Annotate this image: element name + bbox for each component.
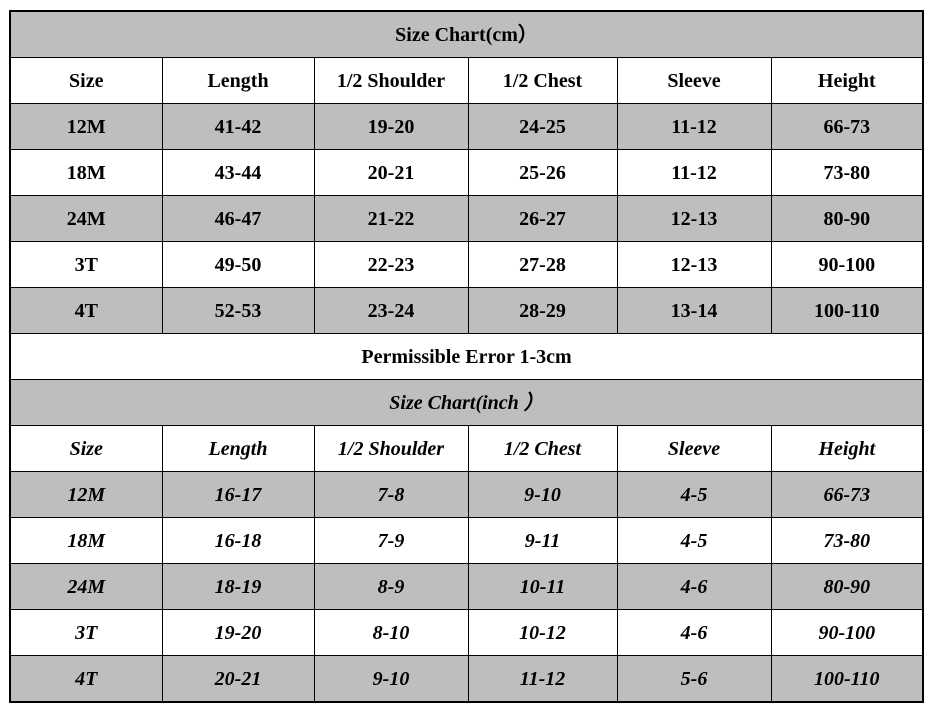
table-row: 3T 19-20 8-10 10-12 4-6 90-100 bbox=[9, 609, 924, 656]
cell-sleeve: 11-12 bbox=[616, 149, 772, 196]
table-row: 12M 41-42 19-20 24-25 11-12 66-73 bbox=[9, 103, 924, 150]
cell-half-shoulder: 7-9 bbox=[313, 517, 469, 564]
cell-size: 24M bbox=[9, 563, 163, 610]
cell-height: 66-73 bbox=[770, 103, 924, 150]
cell-half-shoulder: 20-21 bbox=[313, 149, 469, 196]
cell-half-chest: 9-10 bbox=[467, 471, 618, 518]
cell-half-chest: 10-12 bbox=[467, 609, 618, 656]
permissible-error-note: Permissible Error 1-3cm bbox=[9, 333, 924, 380]
column-header-half-chest-cm: 1/2 Chest bbox=[467, 57, 618, 104]
cell-length: 16-18 bbox=[161, 517, 315, 564]
cell-half-chest: 11-12 bbox=[467, 655, 618, 703]
cell-size: 4T bbox=[9, 655, 163, 703]
column-header-row-cm: Size Length 1/2 Shoulder 1/2 Chest Sleev… bbox=[9, 57, 924, 104]
column-header-length-cm: Length bbox=[161, 57, 315, 104]
cell-length: 20-21 bbox=[161, 655, 315, 703]
cell-sleeve: 12-13 bbox=[616, 195, 772, 242]
cell-height: 100-110 bbox=[770, 287, 924, 334]
column-header-height-cm: Height bbox=[770, 57, 924, 104]
cell-size: 18M bbox=[9, 149, 163, 196]
cell-height: 66-73 bbox=[770, 471, 924, 518]
table-row: 24M 46-47 21-22 26-27 12-13 80-90 bbox=[9, 195, 924, 242]
section-title-row-inch: Size Chart(inch ） bbox=[9, 379, 924, 426]
cell-height: 90-100 bbox=[770, 609, 924, 656]
section-title-row-cm: Size Chart(cm） bbox=[9, 10, 924, 58]
table-row: 12M 16-17 7-8 9-10 4-5 66-73 bbox=[9, 471, 924, 518]
column-header-size-cm: Size bbox=[9, 57, 163, 104]
permissible-error-row: Permissible Error 1-3cm bbox=[9, 333, 924, 380]
cell-height: 80-90 bbox=[770, 195, 924, 242]
cell-length: 19-20 bbox=[161, 609, 315, 656]
section-title-cm: Size Chart(cm） bbox=[9, 10, 924, 58]
table-row: 18M 16-18 7-9 9-11 4-5 73-80 bbox=[9, 517, 924, 564]
cell-size: 24M bbox=[9, 195, 163, 242]
cell-sleeve: 4-5 bbox=[616, 471, 772, 518]
cell-sleeve: 5-6 bbox=[616, 655, 772, 703]
cell-size: 4T bbox=[9, 287, 163, 334]
cell-length: 43-44 bbox=[161, 149, 315, 196]
column-header-sleeve-inch: Sleeve bbox=[616, 425, 772, 472]
column-header-row-inch: Size Length 1/2 Shoulder 1/2 Chest Sleev… bbox=[9, 425, 924, 472]
cell-height: 90-100 bbox=[770, 241, 924, 288]
cell-height: 100-110 bbox=[770, 655, 924, 703]
cell-length: 41-42 bbox=[161, 103, 315, 150]
column-header-size-inch: Size bbox=[9, 425, 163, 472]
cell-size: 12M bbox=[9, 471, 163, 518]
cell-sleeve: 11-12 bbox=[616, 103, 772, 150]
cell-length: 52-53 bbox=[161, 287, 315, 334]
cell-half-shoulder: 8-10 bbox=[313, 609, 469, 656]
table-row: 3T 49-50 22-23 27-28 12-13 90-100 bbox=[9, 241, 924, 288]
cell-half-shoulder: 7-8 bbox=[313, 471, 469, 518]
cell-sleeve: 4-5 bbox=[616, 517, 772, 564]
cell-half-chest: 24-25 bbox=[467, 103, 618, 150]
cell-half-shoulder: 8-9 bbox=[313, 563, 469, 610]
cell-length: 46-47 bbox=[161, 195, 315, 242]
table-row: 4T 20-21 9-10 11-12 5-6 100-110 bbox=[9, 655, 924, 703]
size-chart-container: Size Chart(cm） Size Length 1/2 Shoulder … bbox=[9, 10, 925, 703]
column-header-half-chest-inch: 1/2 Chest bbox=[467, 425, 618, 472]
section-title-inch: Size Chart(inch ） bbox=[9, 379, 924, 426]
table-row: 4T 52-53 23-24 28-29 13-14 100-110 bbox=[9, 287, 924, 334]
cell-length: 16-17 bbox=[161, 471, 315, 518]
cell-length: 18-19 bbox=[161, 563, 315, 610]
cell-height: 73-80 bbox=[770, 517, 924, 564]
cell-half-chest: 10-11 bbox=[467, 563, 618, 610]
cell-sleeve: 4-6 bbox=[616, 563, 772, 610]
cell-half-chest: 28-29 bbox=[467, 287, 618, 334]
cell-length: 49-50 bbox=[161, 241, 315, 288]
cell-half-shoulder: 19-20 bbox=[313, 103, 469, 150]
cell-half-shoulder: 9-10 bbox=[313, 655, 469, 703]
cell-size: 3T bbox=[9, 241, 163, 288]
column-header-length-inch: Length bbox=[161, 425, 315, 472]
cell-half-shoulder: 23-24 bbox=[313, 287, 469, 334]
cell-half-shoulder: 22-23 bbox=[313, 241, 469, 288]
cell-sleeve: 4-6 bbox=[616, 609, 772, 656]
cell-half-chest: 26-27 bbox=[467, 195, 618, 242]
table-row: 24M 18-19 8-9 10-11 4-6 80-90 bbox=[9, 563, 924, 610]
cell-size: 3T bbox=[9, 609, 163, 656]
cell-height: 80-90 bbox=[770, 563, 924, 610]
cell-size: 12M bbox=[9, 103, 163, 150]
cell-half-chest: 27-28 bbox=[467, 241, 618, 288]
cell-sleeve: 12-13 bbox=[616, 241, 772, 288]
column-header-sleeve-cm: Sleeve bbox=[616, 57, 772, 104]
size-chart-table: Size Chart(cm） Size Length 1/2 Shoulder … bbox=[9, 10, 925, 703]
cell-half-shoulder: 21-22 bbox=[313, 195, 469, 242]
cell-half-chest: 9-11 bbox=[467, 517, 618, 564]
cell-half-chest: 25-26 bbox=[467, 149, 618, 196]
table-row: 18M 43-44 20-21 25-26 11-12 73-80 bbox=[9, 149, 924, 196]
cell-height: 73-80 bbox=[770, 149, 924, 196]
column-header-half-shoulder-inch: 1/2 Shoulder bbox=[313, 425, 469, 472]
cell-size: 18M bbox=[9, 517, 163, 564]
column-header-height-inch: Height bbox=[770, 425, 924, 472]
column-header-half-shoulder-cm: 1/2 Shoulder bbox=[313, 57, 469, 104]
cell-sleeve: 13-14 bbox=[616, 287, 772, 334]
